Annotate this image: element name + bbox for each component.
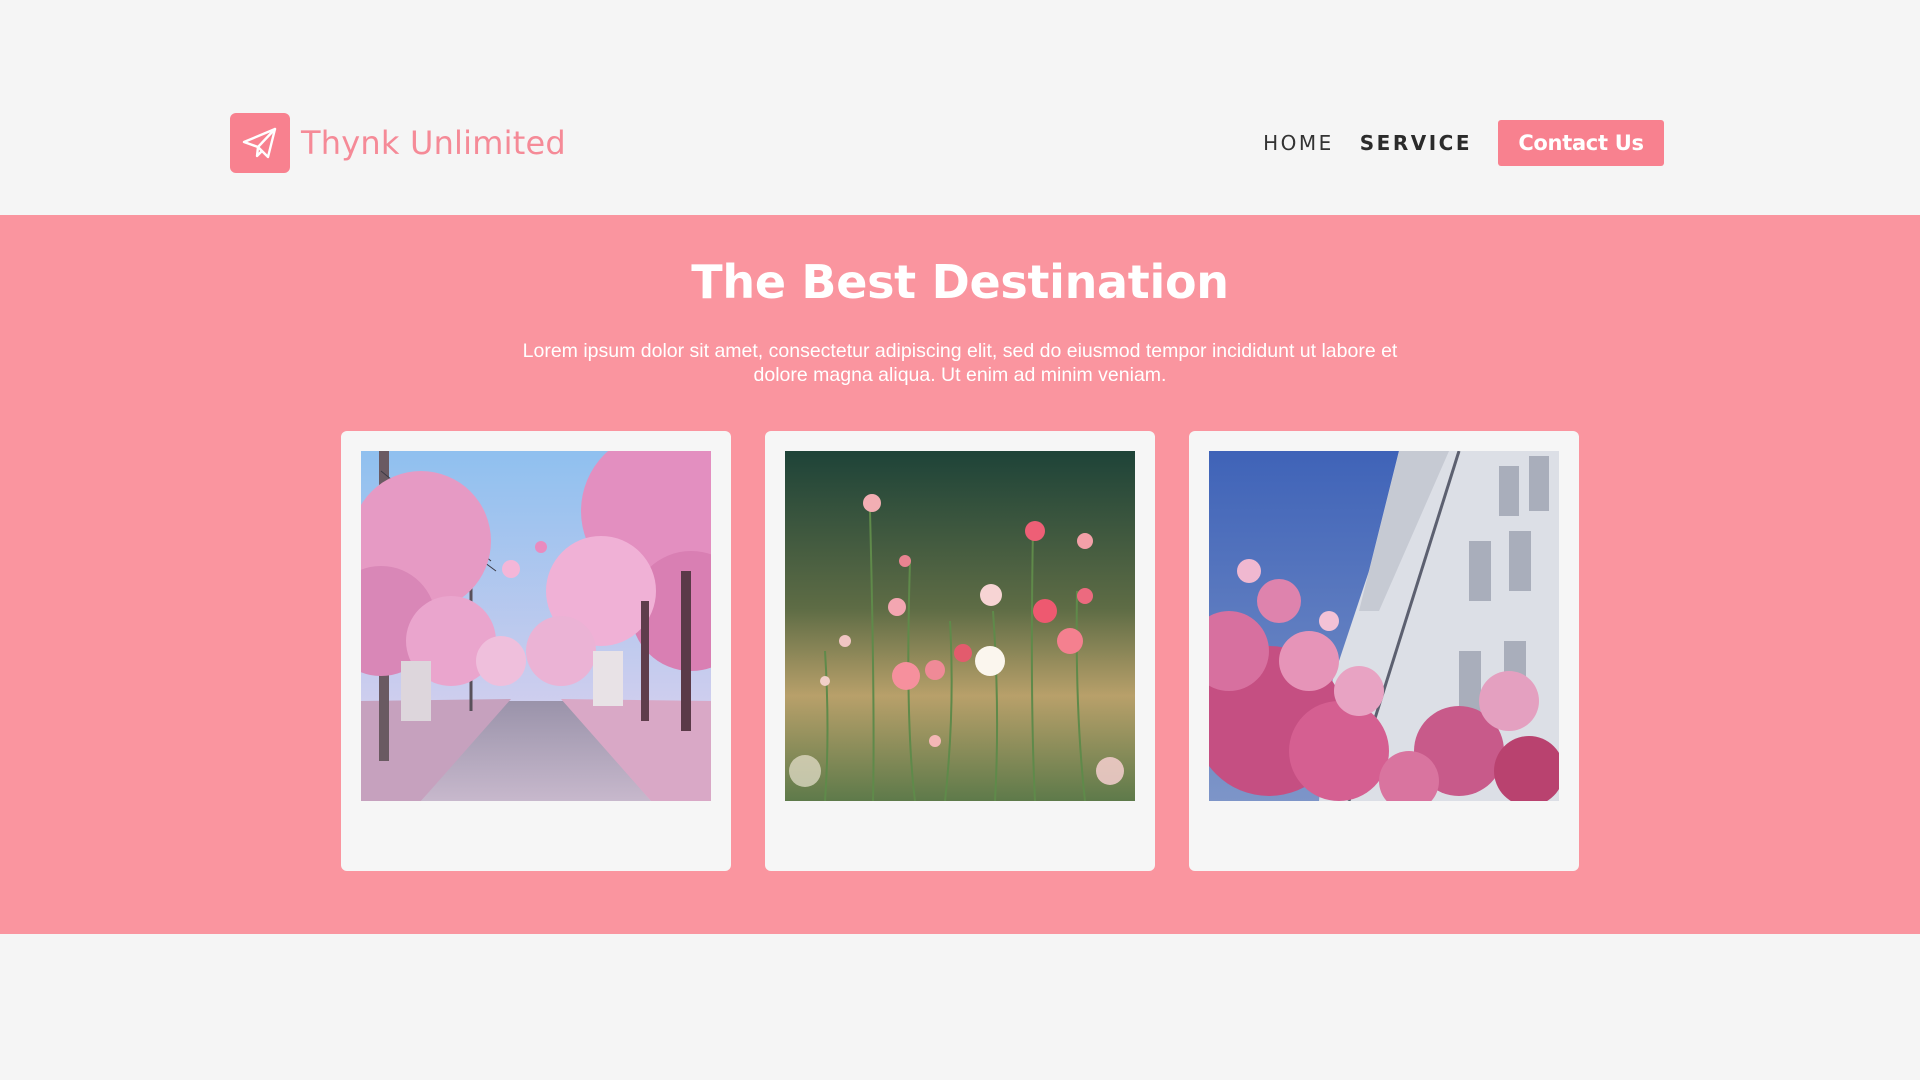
- hero-title: The Best Destination: [691, 255, 1229, 309]
- gallery: [341, 431, 1581, 871]
- gallery-card[interactable]: [1189, 431, 1579, 871]
- brand-name: Thynk Unlimited: [301, 124, 566, 162]
- wildflower-meadow-image: [785, 451, 1135, 801]
- magnolia-building-image: [1209, 451, 1559, 801]
- paper-plane-icon: [230, 113, 290, 173]
- nav-service[interactable]: SERVICE: [1360, 131, 1472, 155]
- nav-home[interactable]: HOME: [1263, 131, 1334, 155]
- gallery-card[interactable]: [341, 431, 731, 871]
- cherry-blossom-street-image: [361, 451, 711, 801]
- hero-section: The Best Destination Lorem ipsum dolor s…: [0, 215, 1920, 934]
- main-nav: HOME SERVICE Contact Us: [1263, 120, 1664, 166]
- site-header: Thynk Unlimited HOME SERVICE Contact Us: [0, 0, 1920, 215]
- contact-us-button[interactable]: Contact Us: [1498, 120, 1664, 166]
- gallery-card[interactable]: [765, 431, 1155, 871]
- hero-description: Lorem ipsum dolor sit amet, consectetur …: [522, 340, 1398, 386]
- brand-link[interactable]: Thynk Unlimited: [230, 113, 566, 173]
